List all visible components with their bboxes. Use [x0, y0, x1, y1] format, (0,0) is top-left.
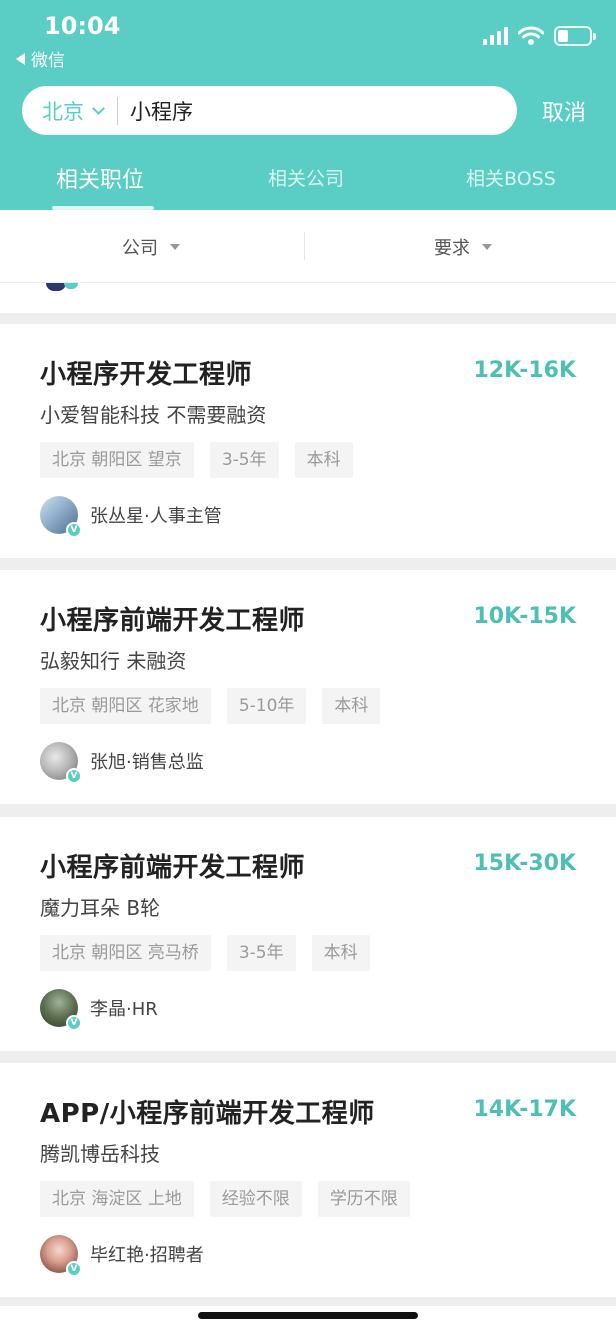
tag-education: 本科 [294, 442, 353, 478]
tab-related-companies[interactable]: 相关公司 [268, 164, 344, 191]
city-selector[interactable]: 北京 [22, 96, 117, 126]
job-title: 小程序开发工程师 [40, 360, 253, 390]
search-bar: 北京 [22, 86, 517, 135]
avatar [46, 283, 66, 291]
job-tags: 北京 朝阳区 花家地 5-10年 本科 [40, 688, 381, 724]
tag-location: 北京 海淀区 上地 [40, 1181, 194, 1217]
wifi-icon [518, 26, 544, 45]
job-card[interactable]: APP/小程序前端开发工程师 14K-17K 腾凯博岳科技 北京 海淀区 上地 … [0, 1063, 616, 1297]
filter-bar: 公司 要求 [0, 210, 616, 283]
tag-education: 学历不限 [317, 1181, 410, 1217]
back-arrow-icon [16, 52, 25, 65]
status-icons [483, 26, 596, 46]
tag-location: 北京 朝阳区 望京 [40, 442, 194, 478]
battery-icon [554, 26, 596, 46]
avatar: V [40, 1235, 82, 1277]
tab-bar: 相关职位 相关公司 相关BOSS [0, 160, 616, 210]
job-title: 小程序前端开发工程师 [40, 606, 306, 636]
avatar: V [40, 496, 82, 538]
job-company: 弘毅知行 未融资 [40, 649, 187, 673]
verified-badge-icon: V [66, 522, 82, 538]
job-title: 小程序前端开发工程师 [40, 853, 306, 883]
recruiter: V 张旭·销售总监 [40, 742, 204, 784]
cancel-button[interactable]: 取消 [542, 95, 586, 127]
filter-company[interactable]: 公司 [122, 234, 180, 260]
job-card[interactable]: 小程序开发工程师 12K-16K 小爱智能科技 不需要融资 北京 朝阳区 望京 … [0, 324, 616, 558]
recruiter: V 李晶·HR [40, 989, 158, 1031]
tag-location: 北京 朝阳区 花家地 [40, 688, 211, 724]
search-input[interactable] [118, 98, 418, 123]
tag-experience: 3-5年 [226, 935, 296, 971]
job-tags: 北京 朝阳区 亮马桥 3-5年 本科 [40, 935, 370, 971]
chevron-down-icon [92, 102, 105, 115]
job-title: APP/小程序前端开发工程师 [40, 1099, 375, 1129]
filter-requirements[interactable]: 要求 [434, 234, 492, 260]
avatar: V [40, 742, 82, 784]
job-card[interactable]: 小程序前端开发工程师 15K-30K 魔力耳朵 B轮 北京 朝阳区 亮马桥 3-… [0, 817, 616, 1051]
back-to-wechat[interactable]: 微信 [16, 46, 65, 71]
tab-related-boss[interactable]: 相关BOSS [466, 164, 556, 191]
home-indicator[interactable] [198, 1312, 418, 1319]
recruiter-name: 张丛星·人事主管 [90, 506, 222, 527]
status-time: 10:04 [44, 12, 121, 40]
back-label: 微信 [31, 51, 65, 71]
job-company: 小爱智能科技 不需要融资 [40, 403, 267, 427]
verified-badge-icon [64, 283, 78, 289]
caret-down-icon [482, 244, 492, 250]
bottom-strip [0, 1306, 616, 1334]
tag-location: 北京 朝阳区 亮马桥 [40, 935, 211, 971]
filter-company-label: 公司 [122, 238, 158, 259]
job-tags: 北京 海淀区 上地 经验不限 学历不限 [40, 1181, 410, 1217]
job-card[interactable]: 小程序前端开发工程师 10K-15K 弘毅知行 未融资 北京 朝阳区 花家地 5… [0, 570, 616, 804]
filter-requirements-label: 要求 [434, 238, 470, 259]
verified-badge-icon: V [66, 768, 82, 784]
avatar: V [40, 989, 82, 1031]
tag-experience: 5-10年 [226, 688, 307, 724]
job-company: 魔力耳朵 B轮 [40, 896, 161, 920]
job-salary: 12K-16K [473, 358, 576, 383]
caret-down-icon [170, 244, 180, 250]
partial-job-card [0, 283, 616, 313]
tag-education: 本科 [322, 688, 381, 724]
recruiter-name: 张旭·销售总监 [90, 752, 204, 773]
tag-experience: 经验不限 [209, 1181, 302, 1217]
verified-badge-icon: V [66, 1015, 82, 1031]
job-salary: 10K-15K [473, 604, 576, 629]
job-company: 腾凯博岳科技 [40, 1142, 160, 1166]
recruiter-name: 李晶·HR [90, 999, 158, 1020]
job-salary: 15K-30K [473, 851, 576, 876]
recruiter-name: 毕红艳·招聘者 [90, 1245, 204, 1266]
filter-divider [304, 232, 305, 260]
job-tags: 北京 朝阳区 望京 3-5年 本科 [40, 442, 353, 478]
tag-education: 本科 [311, 935, 370, 971]
recruiter: V 毕红艳·招聘者 [40, 1235, 204, 1277]
tag-experience: 3-5年 [209, 442, 279, 478]
job-salary: 14K-17K [473, 1097, 576, 1122]
verified-badge-icon: V [66, 1261, 82, 1277]
recruiter: V 张丛星·人事主管 [40, 496, 222, 538]
header: 10:04 微信 北京 取消 相关职位 相关公司 相关BOSS [0, 0, 616, 210]
signal-icon [483, 27, 508, 45]
tab-related-jobs[interactable]: 相关职位 [56, 162, 144, 194]
city-label: 北京 [42, 99, 84, 124]
